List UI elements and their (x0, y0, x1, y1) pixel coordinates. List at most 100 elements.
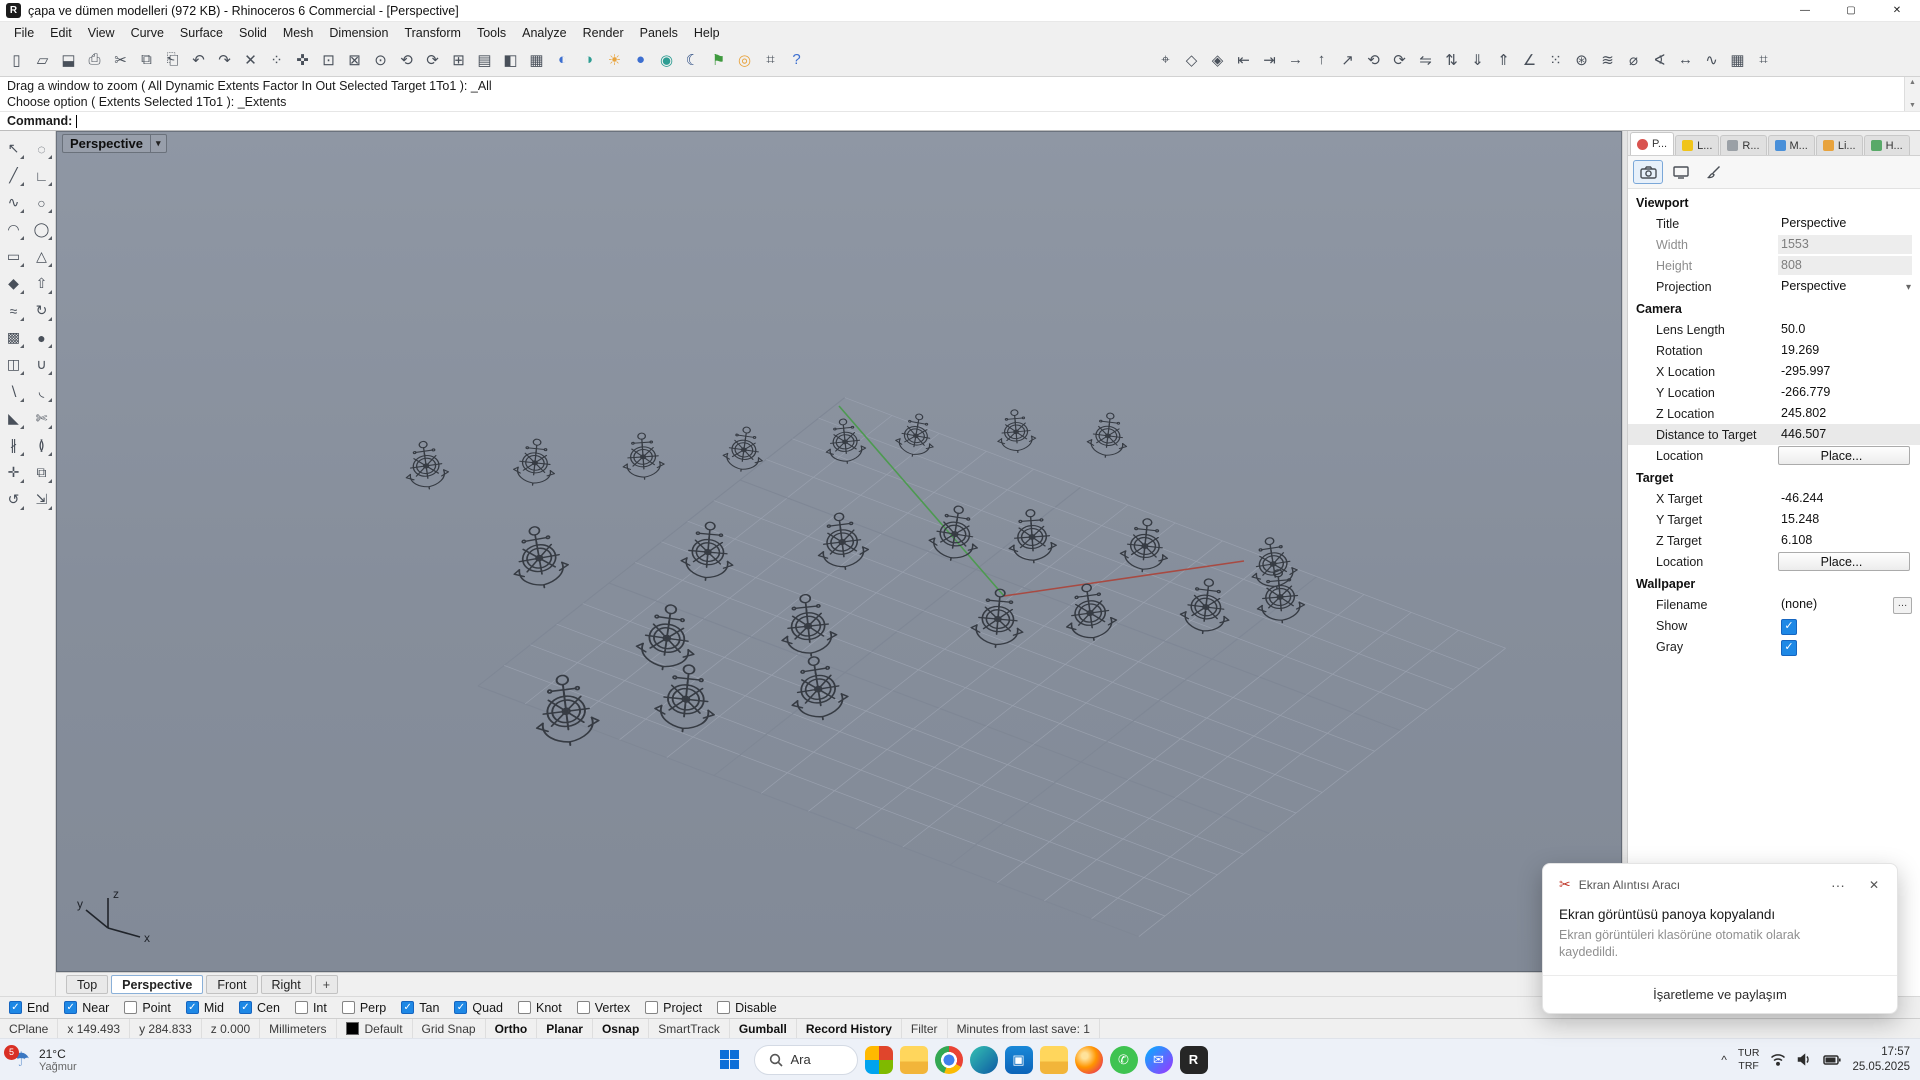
help-icon[interactable]: ? (784, 47, 809, 72)
maximize-button[interactable]: ▢ (1828, 0, 1874, 21)
line-tool-icon[interactable]: ╱ (1, 163, 26, 188)
perspective-viewport[interactable]: Perspective ▾ x y z (56, 131, 1622, 972)
scroll-down-icon[interactable]: ▼ (1909, 100, 1916, 111)
boolean-union-icon[interactable]: ∪ (29, 352, 54, 377)
firefox-icon[interactable] (1074, 1045, 1103, 1074)
menu-item[interactable]: Render (575, 24, 632, 42)
osnap-checkbox[interactable] (124, 1001, 138, 1014)
save-file-icon[interactable]: ⬓ (56, 47, 81, 72)
named-cplane-icon[interactable]: ◈ (1205, 47, 1230, 72)
menu-item[interactable]: Solid (231, 24, 275, 42)
osnap-item[interactable]: Disable (717, 1001, 777, 1015)
render-preview-icon[interactable]: ◑ (576, 47, 601, 72)
weather-widget[interactable]: ☂ 5 21°C Yağmur (4, 1044, 77, 1073)
tab-materials[interactable]: M... (1767, 135, 1815, 155)
osnap-item[interactable]: Mid (185, 1001, 224, 1015)
table-icon[interactable]: ▦ (1725, 47, 1750, 72)
redo-icon[interactable]: ↷ (212, 47, 237, 72)
align-y-icon[interactable]: ⇥ (1257, 47, 1282, 72)
gumball-icon[interactable]: ◎ (732, 47, 757, 72)
named-view-icon[interactable]: ▤ (472, 47, 497, 72)
whatsapp-icon[interactable]: ✆ (1109, 1045, 1138, 1074)
osnap-item[interactable]: Tan (401, 1001, 439, 1015)
zoom-window-icon[interactable]: ⊡ (316, 47, 341, 72)
menu-item[interactable]: File (6, 24, 42, 42)
osnap-checkbox[interactable] (401, 1001, 415, 1014)
file-explorer-icon[interactable] (899, 1045, 928, 1074)
join-tool-icon[interactable]: ≬ (29, 433, 54, 458)
move-z-icon[interactable]: ↗ (1335, 47, 1360, 72)
select-tool-icon[interactable]: ↖ (1, 136, 26, 161)
viewport-tab[interactable]: Front (206, 975, 258, 994)
surface-tool-icon[interactable]: ◆ (1, 271, 26, 296)
widgets-icon[interactable] (864, 1045, 893, 1074)
revolve-tool-icon[interactable]: ↻ (29, 298, 54, 323)
lasso-select-icon[interactable]: ◌ (29, 136, 54, 161)
zoom-selected-icon[interactable]: ⊙ (368, 47, 393, 72)
property-value[interactable] (1778, 616, 1920, 635)
property-value[interactable]: Perspective (1778, 214, 1920, 233)
viewport-canvas[interactable] (56, 131, 1622, 972)
start-button[interactable] (713, 1043, 747, 1077)
status-segment[interactable]: Minutes from last save: 1 (948, 1019, 1100, 1038)
moon-icon[interactable]: ☾ (680, 47, 705, 72)
copy-tool-icon[interactable]: ⧉ (29, 460, 54, 485)
polyline-tool-icon[interactable]: ∟ (29, 163, 54, 188)
zoom-extents-icon[interactable]: ⊠ (342, 47, 367, 72)
tab-help[interactable]: H... (1863, 135, 1910, 155)
property-value[interactable]: 15.248 (1778, 510, 1920, 529)
menu-item[interactable]: Transform (396, 24, 469, 42)
status-segment[interactable]: y 284.833 (130, 1019, 202, 1038)
osnap-checkbox[interactable] (64, 1001, 78, 1014)
box-tool-icon[interactable]: ▩ (1, 325, 26, 350)
rhino-app-icon[interactable]: R (1179, 1045, 1208, 1074)
set-view-icon[interactable]: ◇ (1179, 47, 1204, 72)
sphere-tool-icon[interactable]: ● (29, 325, 54, 350)
property-value[interactable]: 245.802 (1778, 404, 1920, 423)
status-segment[interactable]: Gumball (730, 1019, 797, 1038)
osnap-item[interactable]: Knot (518, 1001, 562, 1015)
command-history[interactable]: Drag a window to zoom ( All Dynamic Exte… (0, 77, 1920, 111)
toast-more-button[interactable]: ··· (1829, 877, 1847, 893)
osnap-item[interactable]: Vertex (576, 1001, 630, 1015)
undo-view-icon[interactable]: ⟲ (394, 47, 419, 72)
rotate-ccw-icon[interactable]: ⟲ (1361, 47, 1386, 72)
chrome-icon[interactable] (934, 1045, 963, 1074)
print-icon[interactable]: ⎙ (82, 47, 107, 72)
tab-properties[interactable]: P... (1630, 132, 1675, 155)
status-segment[interactable]: Millimeters (260, 1019, 337, 1038)
battery-icon[interactable] (1823, 1054, 1842, 1065)
chamfer-tool-icon[interactable]: ◣ (1, 406, 26, 431)
osnap-item[interactable]: Int (294, 1001, 327, 1015)
subtab-display[interactable] (1666, 160, 1696, 184)
status-segment[interactable]: Record History (797, 1019, 902, 1038)
property-value[interactable]: -266.779 (1778, 383, 1920, 402)
menu-item[interactable]: Dimension (321, 24, 396, 42)
property-value[interactable]: 1553 (1778, 235, 1912, 254)
polar-array-icon[interactable]: ⊛ (1569, 47, 1594, 72)
minimize-button[interactable]: — (1782, 0, 1828, 21)
status-segment[interactable]: Ortho (486, 1019, 538, 1038)
length-icon[interactable]: ↔ (1673, 47, 1698, 72)
cut-icon[interactable]: ✂ (108, 47, 133, 72)
property-value[interactable]: (none) (1778, 595, 1920, 614)
osnap-item[interactable]: Perp (341, 1001, 386, 1015)
cylinder-tool-icon[interactable]: ◫ (1, 352, 26, 377)
paste-icon[interactable]: ⎗ (160, 47, 185, 72)
wireframe-display-icon[interactable]: ▦ (524, 47, 549, 72)
options-icon[interactable]: ⌗ (1751, 47, 1776, 72)
distribute-icon[interactable]: ≋ (1595, 47, 1620, 72)
redo-view-icon[interactable]: ⟳ (420, 47, 445, 72)
subtab-viewport-camera[interactable] (1633, 160, 1663, 184)
property-value[interactable]: -46.244 (1778, 489, 1920, 508)
align-x-icon[interactable]: ⇤ (1231, 47, 1256, 72)
chevron-down-icon[interactable]: ▾ (150, 135, 166, 152)
cplane-icon[interactable]: ⌖ (1153, 47, 1178, 72)
arc-tool-icon[interactable]: ◠ (1, 217, 26, 242)
viewport-tab[interactable]: Right (260, 975, 312, 994)
close-button[interactable]: ✕ (1874, 0, 1920, 21)
status-segment[interactable]: Grid Snap (413, 1019, 486, 1038)
four-view-icon[interactable]: ⊞ (446, 47, 471, 72)
move-y-icon[interactable]: ↑ (1309, 47, 1334, 72)
pull-icon[interactable]: ⇑ (1491, 47, 1516, 72)
